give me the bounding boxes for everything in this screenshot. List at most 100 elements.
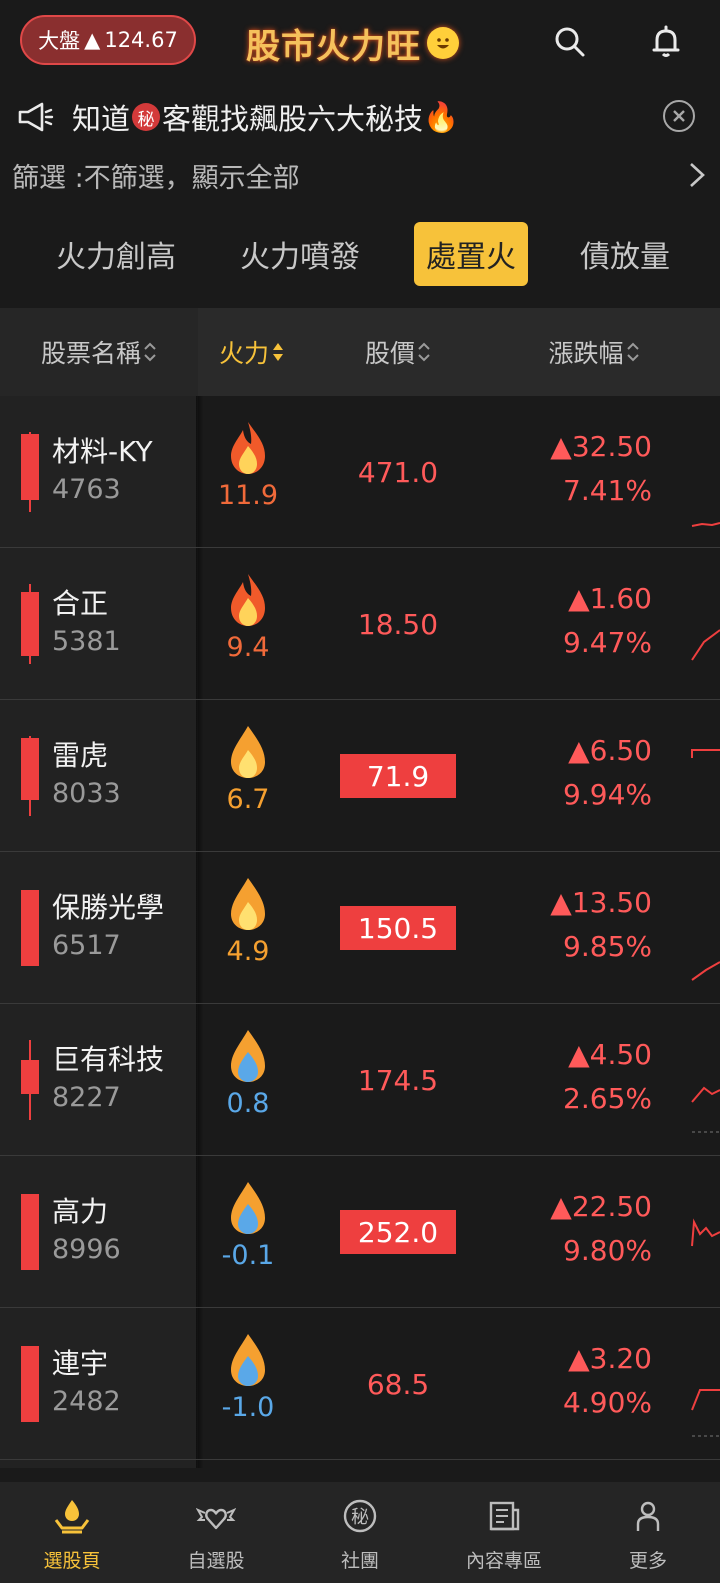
stock-price-limit-up: 71.9: [340, 754, 456, 798]
candlestick-icon: [21, 1040, 39, 1120]
price-change: ▲6.50: [568, 734, 652, 767]
stock-name: 材料-KY: [52, 435, 153, 468]
filter-bar[interactable]: 篩選 :不篩選，顯示全部: [0, 150, 720, 200]
stock-code: 8227: [52, 1082, 121, 1113]
nav-content[interactable]: 內容專區: [432, 1482, 576, 1583]
hand-fire-icon: [54, 1500, 90, 1534]
table-row[interactable]: 連宇 2482 -1.0 68.5 ▲3.20 4.90%: [0, 1308, 720, 1460]
secret-badge-icon: 秘: [343, 1499, 377, 1533]
top-bar: 大盤 ▲ 124.67 股市火力旺: [0, 0, 720, 82]
stock-name: 巨有科技: [52, 1043, 165, 1076]
fire-value: 0.8: [226, 1088, 270, 1119]
header-change[interactable]: 漲跌幅: [520, 308, 668, 396]
announcement-text-after: 客觀找飆股六大秘技: [162, 102, 424, 136]
percent-change: 9.47%: [563, 626, 652, 659]
stock-code: 2482: [52, 1386, 121, 1417]
percent-change: 2.65%: [563, 1082, 652, 1115]
app-title-text: 股市火力旺: [246, 26, 421, 67]
price-change: ▲4.50: [568, 1038, 652, 1071]
cool-fire-icon: [231, 1182, 265, 1234]
stock-price-limit-up: 252.0: [340, 1210, 456, 1254]
table-row[interactable]: 保勝光學 6517 4.9 150.5 ▲13.50 9.85%: [0, 852, 720, 1004]
hot-fire-icon: [231, 574, 265, 626]
secret-badge-icon: 秘: [132, 103, 161, 131]
stock-code: 5381: [52, 626, 121, 657]
stock-name: 雷虎: [52, 739, 109, 772]
tab-fire-burst[interactable]: 火力噴發: [222, 222, 378, 286]
nav-label: 社團: [340, 1550, 379, 1572]
nav-label: 更多: [628, 1550, 667, 1572]
fire-emoji-icon: 🔥: [423, 99, 460, 134]
close-icon: [673, 110, 685, 122]
table-header: 股票名稱 火力 股價 漲跌幅: [0, 308, 720, 396]
stock-name: 保勝光學: [52, 891, 165, 924]
price-change: ▲32.50: [550, 430, 652, 463]
table-row[interactable]: 材料-KY 4763 11.9 471.0 ▲32.50 7.41%: [0, 396, 720, 548]
candlestick-icon: [21, 1194, 39, 1270]
sparkline-icon: [691, 629, 720, 661]
tab-fire-high[interactable]: 火力創高: [38, 222, 194, 286]
search-icon[interactable]: [550, 22, 590, 62]
stock-price: 18.50: [357, 607, 439, 641]
nav-stock-picker[interactable]: 選股頁: [0, 1482, 144, 1583]
sort-icon: [626, 342, 639, 362]
fire-value: -1.0: [221, 1392, 275, 1423]
cool-fire-icon: [231, 1030, 265, 1082]
percent-change: 9.85%: [563, 930, 652, 963]
sparkline-icon: [691, 961, 720, 981]
announcement-text[interactable]: 知道 秘 客觀找飆股六大秘技 🔥: [72, 96, 459, 138]
stock-name: 高力: [52, 1195, 109, 1228]
sparkline-icon: [691, 522, 720, 527]
sort-active-icon: [273, 343, 283, 361]
stock-price: 471.0: [357, 455, 439, 489]
tab-bond-volume[interactable]: 債放量: [560, 222, 690, 286]
price-change: ▲3.20: [568, 1342, 652, 1375]
percent-change: 9.80%: [563, 1234, 652, 1267]
stock-code: 8033: [52, 778, 121, 809]
nav-community[interactable]: 秘 社團: [288, 1482, 432, 1583]
header-stock-name[interactable]: 股票名稱: [0, 308, 198, 396]
stock-name: 合正: [52, 587, 109, 620]
svg-text:秘: 秘: [351, 1507, 369, 1528]
app-title: 股市火力旺: [246, 20, 459, 67]
bell-icon[interactable]: [646, 22, 686, 62]
winged-heart-icon: [196, 1508, 236, 1530]
nav-more[interactable]: 更多: [576, 1482, 720, 1583]
sort-icon: [144, 342, 156, 362]
price-change: ▲1.60: [568, 582, 652, 615]
fire-value: -0.1: [221, 1240, 275, 1271]
header-fire-label: 火力: [218, 339, 269, 368]
cool-fire-icon: [231, 1334, 265, 1386]
header-price[interactable]: 股價: [340, 308, 456, 396]
candlestick-icon: [21, 584, 39, 664]
market-index-pill[interactable]: 大盤 ▲ 124.67: [20, 15, 196, 65]
price-change: ▲13.50: [550, 886, 652, 919]
sort-icon: [418, 342, 430, 362]
market-value: 124.67: [104, 28, 178, 52]
megaphone-icon: [18, 102, 54, 132]
header-price-label: 股價: [364, 339, 415, 368]
table-row[interactable]: 合正 5381 9.4 18.50 ▲1.60 9.47%: [0, 548, 720, 700]
warm-fire-icon: [231, 878, 265, 930]
fire-value: 4.9: [226, 936, 270, 967]
sparkline-icon: [691, 1218, 720, 1247]
stock-price-limit-up: 150.5: [340, 906, 456, 950]
table-row[interactable]: 雷虎 8033 6.7 71.9 ▲6.50 9.94%: [0, 700, 720, 852]
header-stock-name-label: 股票名稱: [40, 339, 141, 368]
hot-fire-icon: [231, 422, 265, 474]
nav-watchlist[interactable]: 自選股: [144, 1482, 288, 1583]
announcement-banner[interactable]: 知道 秘 客觀找飆股六大秘技 🔥: [0, 88, 720, 148]
warm-fire-icon: [231, 726, 265, 778]
close-announcement-button[interactable]: [663, 100, 695, 132]
price-change: ▲22.50: [550, 1190, 652, 1223]
table-row[interactable]: 巨有科技 8227 0.8 174.5 ▲4.50 2.65%: [0, 1004, 720, 1156]
stock-price: 174.5: [357, 1063, 439, 1097]
header-fire[interactable]: 火力: [204, 308, 300, 396]
market-label: 大盤: [38, 29, 81, 53]
table-row[interactable]: 高力 8996 -0.1 252.0 ▲22.50 9.80%: [0, 1156, 720, 1308]
stock-price: 68.5: [366, 1367, 430, 1401]
percent-change: 9.94%: [563, 778, 652, 811]
sparkline-icon: [691, 749, 720, 758]
tab-disposal-fire[interactable]: 處置火: [414, 222, 528, 286]
stock-name: 連宇: [52, 1347, 109, 1380]
